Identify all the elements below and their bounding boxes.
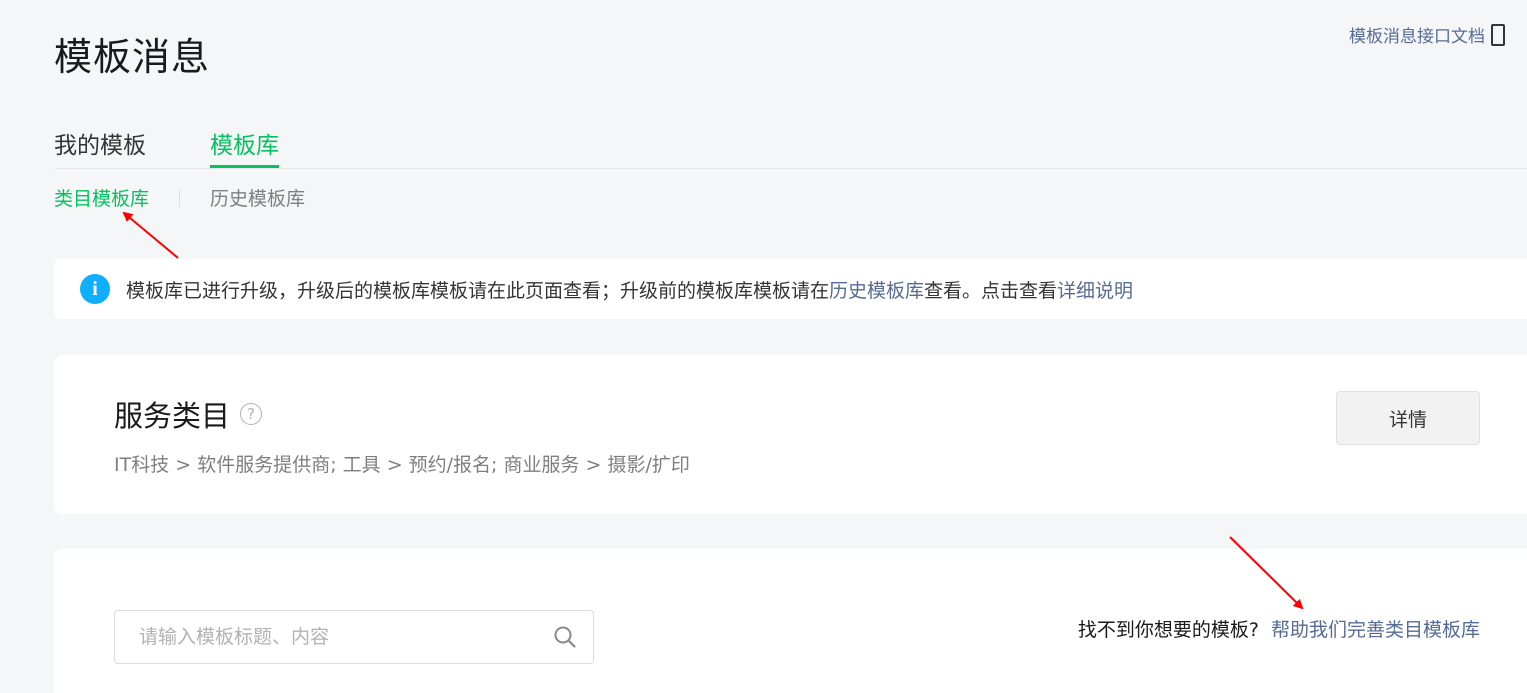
details-button[interactable]: 详情 [1336,391,1480,445]
subtab-divider [179,188,181,207]
feedback-question: 找不到你想要的模板? [1077,619,1259,641]
info-icon: i [80,274,110,304]
subtab-category-library[interactable]: 类目模板库 [54,184,149,211]
notice-detail-link[interactable]: 详细说明 [1057,276,1133,303]
question-icon[interactable]: ? [240,403,263,425]
service-category-heading: 服务类目 ? [114,393,263,435]
main-tabs: 我的模板 模板库 [54,126,1527,169]
page-title: 模板消息 [54,35,211,79]
template-message-page: 模板消息 模板消息接口文档 我的模板 模板库 类目模板库 历史模板库 i 模板库… [0,0,1527,693]
notice-text-2: 查看。点击查看 [924,279,1058,302]
annotation-arrow-category [122,211,179,259]
notice-history-link[interactable]: 历史模板库 [829,276,924,303]
template-search-card: 找不到你想要的模板? 帮助我们完善类目模板库 [54,549,1527,693]
service-category-path: IT科技 > 软件服务提供商; 工具 > 预约/报名; 商业服务 > 摄影/扩印 [114,454,690,476]
tab-my-templates[interactable]: 我的模板 [54,126,146,168]
upgrade-notice: i 模板库已进行升级，升级后的模板库模板请在此页面查看；升级前的模板库模板请在历… [54,259,1527,319]
service-category-title: 服务类目 [114,399,231,433]
api-doc-link-label: 模板消息接口文档 [1349,27,1485,47]
feedback-prompt: 找不到你想要的模板? 帮助我们完善类目模板库 [1078,615,1480,642]
external-doc-icon [1491,23,1505,46]
search-icon[interactable] [545,617,585,657]
tab-template-library[interactable]: 模板库 [210,126,279,168]
sub-tabs: 类目模板库 历史模板库 [54,184,305,211]
service-category-card: 服务类目 ? IT科技 > 软件服务提供商; 工具 > 预约/报名; 商业服务 … [54,355,1527,514]
search-box [114,610,594,664]
improve-library-link[interactable]: 帮助我们完善类目模板库 [1271,619,1480,641]
search-input[interactable] [115,625,545,649]
notice-text-1: 模板库已进行升级，升级后的模板库模板请在此页面查看；升级前的模板库模板请在 [126,279,830,302]
api-doc-link[interactable]: 模板消息接口文档 [1349,22,1505,47]
subtab-history-library[interactable]: 历史模板库 [210,184,305,211]
